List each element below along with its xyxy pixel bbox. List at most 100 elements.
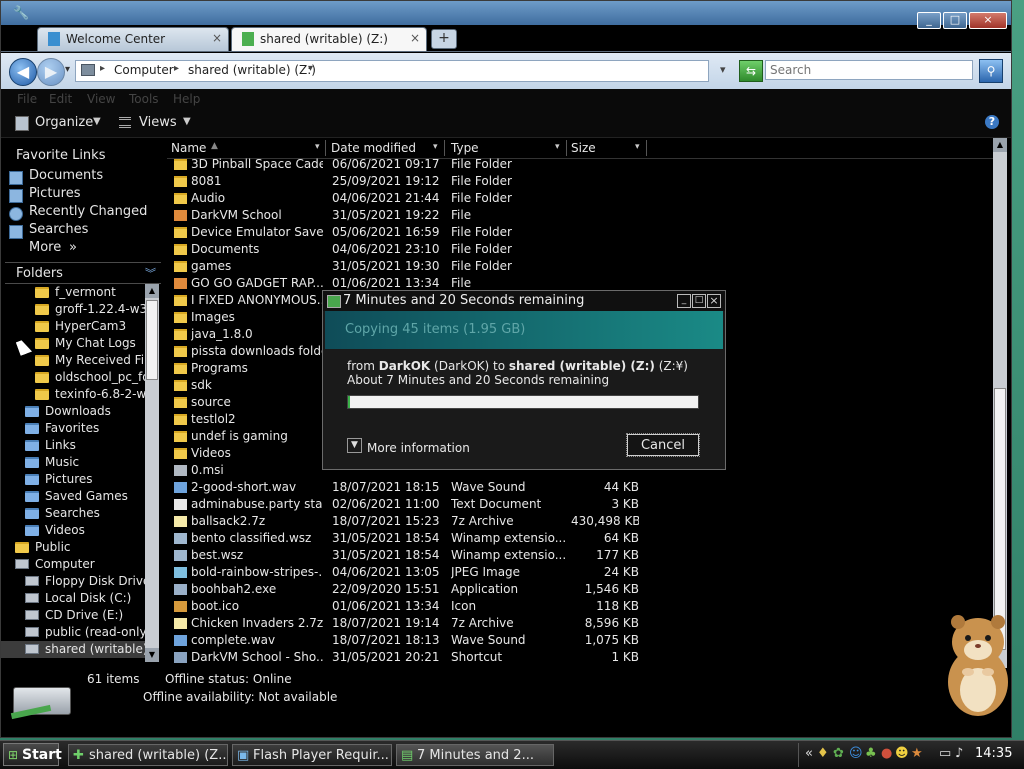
tray-app-icon[interactable]: ♣ bbox=[865, 746, 877, 761]
organize-button[interactable]: Organize bbox=[35, 115, 93, 130]
search-input[interactable] bbox=[765, 60, 973, 80]
favorite-recently-changed[interactable]: Recently Changed bbox=[29, 204, 147, 219]
menu-tools[interactable]: Tools bbox=[129, 92, 159, 106]
dialog-close-button[interactable]: × bbox=[707, 294, 721, 308]
file-row[interactable]: 2-good-short.wav 18/07/2021 18:15 Wave Sou… bbox=[167, 479, 993, 496]
expand-chevron-icon[interactable]: ▼ bbox=[347, 438, 362, 453]
tray-app-icon[interactable]: ♦ bbox=[817, 746, 829, 761]
type-filter-dropdown-icon[interactable]: ▾ bbox=[555, 142, 560, 152]
date-filter-dropdown-icon[interactable]: ▾ bbox=[433, 142, 438, 152]
tray-expand-chevron-icon[interactable]: « bbox=[805, 746, 813, 761]
file-row[interactable]: best.wsz 31/05/2021 18:54 Winamp extensio.… bbox=[167, 547, 993, 564]
forward-arrow-icon[interactable]: ▶ bbox=[37, 58, 65, 86]
tree-item[interactable]: Videos bbox=[1, 522, 145, 539]
file-list-scrollbar[interactable]: ▲ bbox=[993, 138, 1007, 668]
favorite-pictures[interactable]: Pictures bbox=[29, 186, 80, 201]
file-row[interactable]: complete.wav 18/07/2021 18:13 Wave Sound 1,… bbox=[167, 632, 993, 649]
tree-item[interactable]: Saved Games bbox=[1, 488, 145, 505]
tree-item[interactable]: shared (writable) (Z bbox=[1, 641, 145, 658]
address-bar[interactable]: ▸ Computer ▸ shared (writable) (Z:) ▾ ▾ bbox=[75, 60, 726, 82]
favorite-more[interactable]: More bbox=[29, 240, 61, 255]
tree-item[interactable]: Links bbox=[1, 437, 145, 454]
network-status-icon[interactable]: ▭ bbox=[939, 746, 951, 761]
menu-view[interactable]: View bbox=[87, 92, 115, 106]
tray-app-icon[interactable]: ● bbox=[881, 746, 892, 761]
collapse-chevron-icon[interactable]: ︾ bbox=[145, 265, 156, 281]
breadcrumb-computer[interactable]: Computer bbox=[114, 63, 174, 77]
breadcrumb-separator[interactable]: ▸ bbox=[174, 63, 179, 74]
dialog-minimize-button[interactable]: _ bbox=[677, 294, 691, 308]
tree-item[interactable]: public (read-only, r bbox=[1, 624, 145, 641]
file-row[interactable]: 3D Pinball Space Cadet 06/06/2021 09:17 Fi… bbox=[167, 156, 993, 173]
column-name[interactable]: Name bbox=[171, 141, 206, 157]
tree-item[interactable]: f_vermont bbox=[1, 284, 145, 301]
minimize-button[interactable]: _ bbox=[917, 12, 941, 29]
file-row[interactable]: bento classified.wsz 31/05/2021 18:54 Wina… bbox=[167, 530, 993, 547]
tree-item[interactable]: oldschool_pc_font bbox=[1, 369, 145, 386]
scroll-up-arrow-icon[interactable]: ▲ bbox=[993, 138, 1007, 152]
column-divider[interactable] bbox=[444, 140, 445, 156]
help-icon[interactable]: ? bbox=[985, 115, 999, 129]
file-row[interactable]: DarkVM School - Sho... 31/05/2021 20:21 Sh… bbox=[167, 649, 993, 666]
tab-welcome-center[interactable]: Welcome Center × bbox=[37, 27, 229, 51]
tree-item[interactable]: Music bbox=[1, 454, 145, 471]
breadcrumb-separator[interactable]: ▸ bbox=[100, 63, 105, 74]
size-filter-dropdown-icon[interactable]: ▾ bbox=[635, 142, 640, 152]
menu-file[interactable]: File bbox=[17, 92, 37, 106]
scroll-down-arrow-icon[interactable]: ▼ bbox=[145, 648, 159, 662]
column-divider[interactable] bbox=[325, 140, 326, 156]
start-button[interactable]: ⊞ Start bbox=[3, 743, 62, 766]
taskbar-item-explorer[interactable]: ✚ shared (writable) (Z... bbox=[68, 744, 228, 766]
close-window-button[interactable]: × bbox=[969, 12, 1007, 29]
tray-app-icon[interactable]: ✿ bbox=[833, 746, 844, 761]
tree-item[interactable]: texinfo-6.8-2-w bbox=[1, 386, 145, 403]
dialog-maximize-button[interactable]: □ bbox=[692, 294, 706, 308]
more-chevron-icon[interactable]: » bbox=[69, 240, 77, 255]
hamster-desktop-pet[interactable] bbox=[938, 606, 1020, 718]
column-type[interactable]: Type bbox=[451, 141, 479, 157]
window-titlebar[interactable]: 🔧 bbox=[1, 1, 1011, 25]
new-tab-button[interactable]: + bbox=[431, 29, 457, 49]
breadcrumb-dropdown-icon[interactable]: ▾ bbox=[308, 63, 313, 74]
file-row[interactable]: ballsack2.7z 18/07/2021 15:23 7z Archive 43… bbox=[167, 513, 993, 530]
tab-shared-writable[interactable]: shared (writable) (Z:) × bbox=[231, 27, 427, 51]
name-filter-dropdown-icon[interactable]: ▾ bbox=[315, 142, 320, 152]
back-arrow-icon[interactable]: ◀ bbox=[9, 58, 37, 86]
file-row[interactable]: 8081 25/09/2021 19:12 File Folder bbox=[167, 173, 993, 190]
favorite-searches[interactable]: Searches bbox=[29, 222, 88, 237]
tree-item[interactable]: Local Disk (C:) bbox=[1, 590, 145, 607]
tree-item[interactable]: Floppy Disk Drive ( bbox=[1, 573, 145, 590]
favorite-documents[interactable]: Documents bbox=[29, 168, 103, 183]
refresh-icon[interactable]: ⇆ bbox=[739, 60, 763, 82]
file-row[interactable]: boot.ico 01/06/2021 13:34 Icon 118 KB bbox=[167, 598, 993, 615]
views-dropdown-icon[interactable]: ▼ bbox=[183, 116, 191, 127]
file-row[interactable]: games 31/05/2021 19:30 File Folder bbox=[167, 258, 993, 275]
views-button[interactable]: Views bbox=[139, 115, 177, 130]
dialog-titlebar[interactable]: 7 Minutes and 20 Seconds remaining _ □ × bbox=[323, 291, 725, 311]
tree-item[interactable]: groff-1.22.4-w32 bbox=[1, 301, 145, 318]
close-tab-icon[interactable]: × bbox=[212, 31, 222, 45]
file-row[interactable]: Audio 04/06/2021 21:44 File Folder bbox=[167, 190, 993, 207]
tray-app-icon[interactable]: ★ bbox=[911, 746, 923, 761]
tree-item[interactable]: Searches bbox=[1, 505, 145, 522]
column-divider[interactable] bbox=[646, 140, 647, 156]
file-row[interactable]: Chicken Invaders 2.7z 18/07/2021 19:14 7z … bbox=[167, 615, 993, 632]
tree-item[interactable]: CD Drive (E:) bbox=[1, 607, 145, 624]
column-date-modified[interactable]: Date modified bbox=[331, 141, 416, 157]
tree-item[interactable]: HyperCam3 bbox=[1, 318, 145, 335]
menu-edit[interactable]: Edit bbox=[49, 92, 72, 106]
wrench-icon[interactable]: 🔧 bbox=[13, 6, 29, 21]
scroll-up-arrow-icon[interactable]: ▲ bbox=[145, 284, 159, 298]
volume-icon[interactable]: ♪ bbox=[955, 746, 963, 761]
taskbar-item-flash[interactable]: ▣ Flash Player Requir... bbox=[232, 744, 392, 766]
tree-item[interactable]: Downloads bbox=[1, 403, 145, 420]
file-row[interactable]: DarkVM School 31/05/2021 19:22 File bbox=[167, 207, 993, 224]
search-icon[interactable]: ⚲ bbox=[979, 59, 1003, 83]
column-divider[interactable] bbox=[566, 140, 567, 156]
file-row[interactable]: adminabuse.party stan... 02/06/2021 11:00… bbox=[167, 496, 993, 513]
taskbar-item-copy[interactable]: ▤ 7 Minutes and 2... bbox=[396, 744, 554, 766]
more-information-toggle[interactable]: More information bbox=[367, 441, 470, 455]
tree-item[interactable]: Computer bbox=[1, 556, 145, 573]
tree-scroll-thumb[interactable] bbox=[146, 300, 158, 380]
file-row[interactable]: boohbah2.exe 22/09/2020 15:51 Application 1… bbox=[167, 581, 993, 598]
